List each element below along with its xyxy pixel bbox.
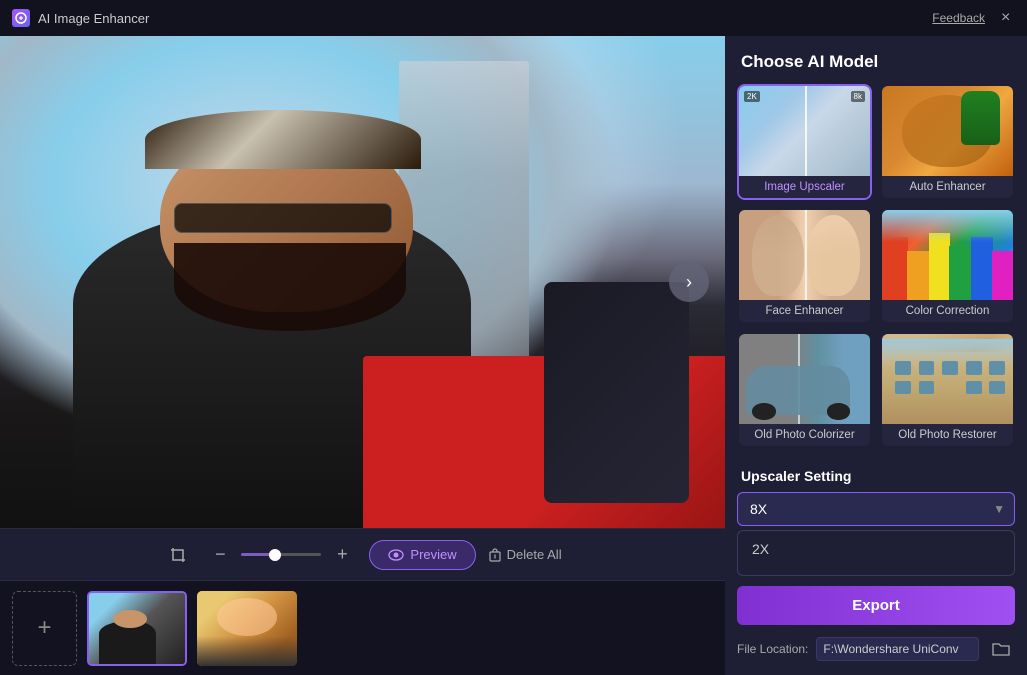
next-arrow-button[interactable]: › [669,262,709,302]
model-label-auto-enhancer: Auto Enhancer [882,176,1013,198]
model-label-face-enhancer: Face Enhancer [739,300,870,322]
add-image-button[interactable]: + [12,591,77,666]
model-auto-enhancer-thumb [882,86,1013,176]
choose-model-title: Choose AI Model [725,36,1027,84]
file-location-row: File Location: F:\Wondershare UniConv [725,625,1027,675]
model-old-photo-colorizer-thumb [739,334,870,424]
crop-icon-button[interactable] [163,540,193,570]
title-bar-left: AI Image Enhancer [12,9,149,27]
model-label-old-photo-restorer: Old Photo Restorer [882,424,1013,446]
model-card-face-enhancer[interactable]: Face Enhancer [737,208,872,324]
model-card-color-correction[interactable]: Color Correction [880,208,1015,324]
thumbnail-2[interactable] [197,591,297,666]
browse-folder-button[interactable] [987,635,1015,663]
delete-all-button[interactable]: Delete All [488,547,562,562]
feedback-link[interactable]: Feedback [932,11,985,25]
close-button[interactable]: × [1001,11,1015,25]
model-label-color-correction: Color Correction [882,300,1013,322]
model-grid: 2K 8k Image Upscaler [725,84,1027,460]
badge-2k: 2K [744,91,760,102]
model-card-auto-enhancer[interactable]: Auto Enhancer [880,84,1015,200]
title-bar: AI Image Enhancer Feedback × [0,0,1027,36]
model-label-image-upscaler: Image Upscaler [739,176,870,198]
preview-button[interactable]: Preview [369,540,475,570]
model-face-enhancer-thumb [739,210,870,300]
model-old-photo-restorer-thumb [882,334,1013,424]
upscaler-select-wrapper: 8X 2X 4X ▼ [737,492,1015,526]
main-image [0,36,725,528]
right-panel: Choose AI Model 2K 8k Image Upscaler [725,36,1027,675]
badge-8k: 8k [851,91,865,102]
model-card-old-photo-colorizer[interactable]: Old Photo Colorizer [737,332,872,448]
zoom-slider[interactable] [241,553,321,556]
file-location-select[interactable]: F:\Wondershare UniConv [816,637,979,661]
zoom-controls: − + [205,540,357,570]
dropdown-item-4x[interactable]: 4X [738,567,1014,576]
dropdown-item-2x[interactable]: 2X [738,531,1014,567]
model-card-image-upscaler[interactable]: 2K 8k Image Upscaler [737,84,872,200]
main-content: › − + Preview [0,36,1027,675]
app-icon [12,9,30,27]
file-location-label: File Location: [737,642,808,656]
upscaler-dropdown: 2X 4X 8X [737,530,1015,576]
app-title: AI Image Enhancer [38,11,149,26]
export-button[interactable]: Export [737,586,1015,625]
model-image-upscaler-thumb: 2K 8k [739,86,870,176]
upscaler-setting-title: Upscaler Setting [725,460,1027,492]
title-bar-right: Feedback × [932,11,1015,25]
thumbnail-1[interactable] [87,591,187,666]
zoom-out-button[interactable]: − [205,540,235,570]
upscaler-divider [805,86,807,176]
upscaler-select[interactable]: 8X 2X 4X [737,492,1015,526]
toolbar: − + Preview Delete All [0,528,725,580]
model-color-correction-thumb [882,210,1013,300]
thumbnail-strip: + [0,580,725,675]
zoom-in-button[interactable]: + [327,540,357,570]
model-card-old-photo-restorer[interactable]: Old Photo Restorer [880,332,1015,448]
thumbnail-2-image [197,591,297,666]
thumbnail-1-image [89,593,185,664]
model-label-old-photo-colorizer: Old Photo Colorizer [739,424,870,446]
image-panel: › − + Preview [0,36,725,675]
image-viewport: › [0,36,725,528]
